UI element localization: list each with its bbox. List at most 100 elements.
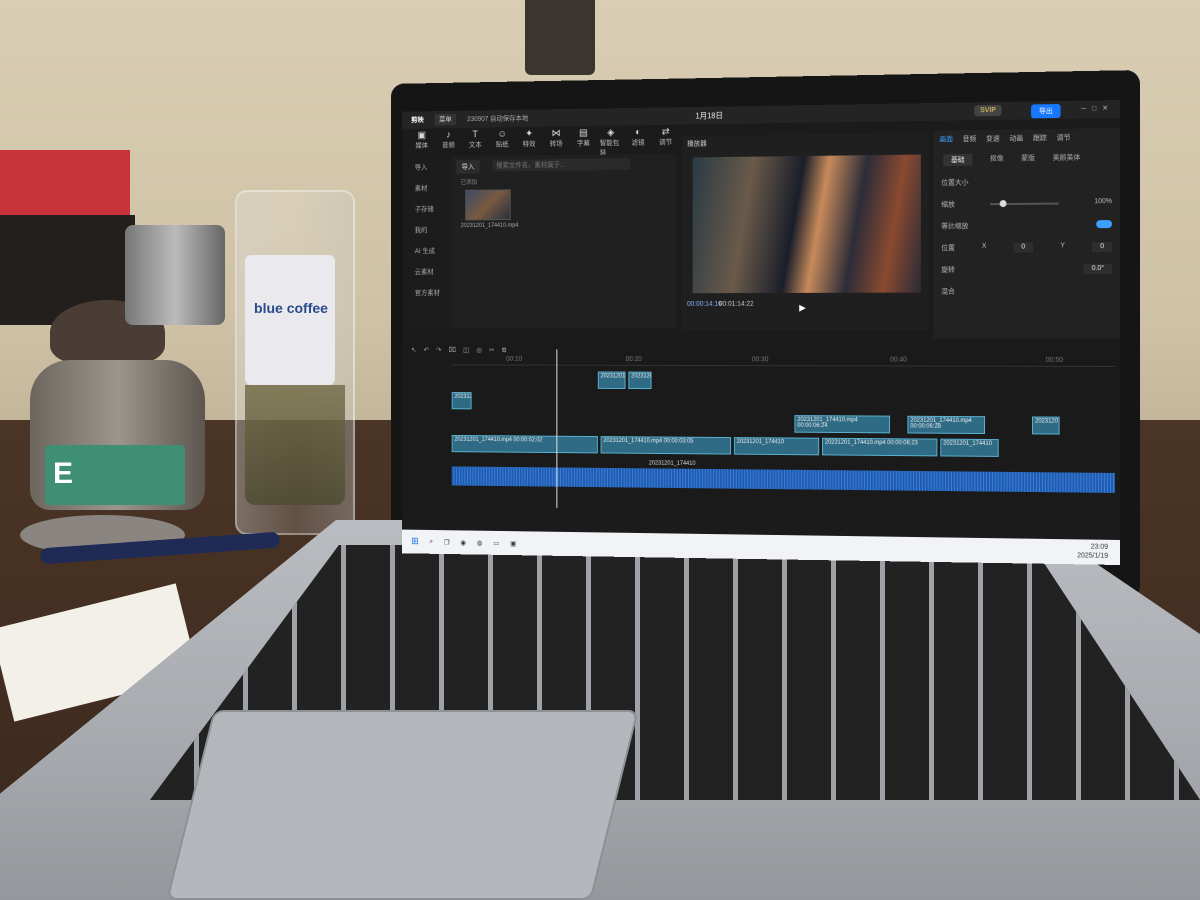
nav-ai[interactable]: AI 生成 <box>411 241 452 262</box>
rotate-input[interactable]: 0.0° <box>1083 264 1113 275</box>
tab-adjust[interactable]: 调节 <box>1057 133 1071 143</box>
clip[interactable]: 2023120 <box>1032 416 1060 435</box>
playhead[interactable] <box>556 349 558 508</box>
y-input[interactable]: 0 <box>1092 242 1113 253</box>
menu-button[interactable]: 菜单 <box>434 113 457 126</box>
coffee-cup-text: blue coffee <box>254 300 328 316</box>
timeline-tools[interactable]: ↖↶↷⌧◫◎✂⧉ <box>411 346 513 355</box>
tool-effects[interactable]: ✦ 特效 <box>518 129 540 154</box>
current-timecode: 00:00:14:16 <box>687 300 722 308</box>
main-track: 20231201_174410.mp4 00:00:02:02 20231201… <box>451 434 999 457</box>
adjust-icon: ⇄ <box>661 126 670 138</box>
tab-animation[interactable]: 动画 <box>1009 133 1023 143</box>
nav-mine[interactable]: 我的 <box>411 220 452 241</box>
clip[interactable]: 20231201_174410.mp4 00:00:03:05 <box>600 436 732 455</box>
audio-clip-label: 20231201_174410 <box>648 460 696 467</box>
media-icon: ▣ <box>417 130 427 141</box>
tool-transition[interactable]: ⋈ 转场 <box>545 128 567 153</box>
tab-tracking[interactable]: 跟踪 <box>1033 133 1047 143</box>
asset-toolbar: ▣ 媒体 ♪ 音频 T 文本 ☺ 贴纸 ✦ 特效 ⋈ 转场 ▤ 字幕 ◈ 智能包装 ◐ 滤镜 ⇄ 调… <box>411 127 677 157</box>
subtab-mask[interactable]: 蒙版 <box>1021 153 1035 165</box>
export-button[interactable]: 导出 <box>1031 103 1061 119</box>
window-controls[interactable]: ─□✕ <box>1081 104 1114 113</box>
coffee-cup <box>245 255 335 385</box>
project-name: 230907 自动保存本地 <box>467 115 529 124</box>
clip[interactable]: 20231201_174410.mp4 <box>628 371 652 390</box>
search-input[interactable]: 搜索文件名、素材属于... <box>492 158 631 172</box>
tool-media[interactable]: ▣ 媒体 <box>411 130 432 155</box>
smart-pack-icon: ◈ <box>607 127 615 139</box>
search-icon[interactable]: ⌕ <box>429 538 433 546</box>
tool-audio[interactable]: ♪ 音频 <box>438 130 459 155</box>
nav-storage[interactable]: 子存储 <box>411 199 452 220</box>
task-view-icon[interactable]: ❐ <box>444 538 450 546</box>
subtab-basic[interactable]: 基础 <box>943 153 973 167</box>
subtab-cutout[interactable]: 抠像 <box>990 153 1004 165</box>
filter-icon: ◐ <box>635 127 641 138</box>
blend-row: 混合 <box>941 288 955 296</box>
clip[interactable]: 20231201_ <box>597 371 626 389</box>
media-nav: 导入 素材 子存储 我的 AI 生成 云素材 官方素材 <box>411 156 452 329</box>
chrome-icon[interactable]: ◍ <box>477 539 483 547</box>
tool-caption[interactable]: ▤ 字幕 <box>573 128 595 153</box>
clip[interactable]: 20231201_174410.mp4 00:00:06:24 <box>794 415 891 434</box>
clip[interactable]: 20231201_174410.mp4 <box>451 392 472 410</box>
player-panel: 播放器 00:00:14:16 00:01:14:22 ▶ <box>681 132 929 331</box>
clip[interactable]: 20231201_174410.mp4 00:00:06:28 <box>907 415 986 435</box>
audio-track[interactable]: 20231201_174410 <box>451 461 1116 493</box>
inspector-subtabs: 基础 抠像 蒙版 美颜美体 <box>934 146 1120 172</box>
import-button[interactable]: 导入 <box>456 160 480 174</box>
svip-button[interactable]: SVIP <box>974 104 1002 117</box>
clip[interactable]: 20231201_174410.mp4 00:00:06:23 <box>822 437 938 457</box>
clip[interactable]: 20231201_174410 <box>940 438 999 457</box>
position-row: 位置 X 0 Y 0 <box>934 236 1120 259</box>
pen-cup <box>525 0 595 75</box>
tea-tin-label: E <box>45 445 185 505</box>
inspector-panel: 画面 音频 变速 动画 跟踪 调节 基础 抠像 蒙版 美颜美体 位置大小 缩放 … <box>933 128 1120 338</box>
media-panel: 导入 素材 子存储 我的 AI 生成 云素材 官方素材 导入 搜索文件名、素材属… <box>411 153 677 329</box>
sticker-icon: ☺ <box>497 129 507 140</box>
nav-import[interactable]: 导入 <box>411 157 452 178</box>
play-icon[interactable]: ▶ <box>799 303 806 314</box>
tin-letter: E <box>53 457 74 490</box>
clip[interactable]: 20231201_174410.mp4 00:00:02:02 <box>451 434 598 454</box>
rotate-row: 旋转 0.0° <box>934 258 1120 281</box>
time-ruler[interactable]: 00:10 00:20 00:30 00:40 00:50 <box>451 355 1116 367</box>
overlay-track-3: 20231201_174410.mp4 00:00:06:24 20231201… <box>794 415 1060 435</box>
tea-leaves <box>245 385 345 505</box>
system-clock[interactable]: 23:09 2025/1/19 <box>1077 542 1108 560</box>
position-size-row: 位置大小 <box>941 179 969 187</box>
tab-audio[interactable]: 音频 <box>963 134 977 144</box>
scale-slider[interactable] <box>989 202 1059 206</box>
nav-official[interactable]: 官方素材 <box>411 282 452 303</box>
app-logo: 剪映 <box>411 117 424 124</box>
tool-adjust[interactable]: ⇄ 调节 <box>655 127 677 152</box>
player-title: 播放器 <box>687 140 707 148</box>
tool-sticker[interactable]: ☺ 贴纸 <box>491 129 512 154</box>
media-thumbnail[interactable] <box>465 189 511 221</box>
red-box <box>0 150 130 215</box>
trackpad[interactable] <box>166 710 639 900</box>
windows-start-icon[interactable]: ⊞ <box>411 536 419 547</box>
thumbnail-caption: 20231201_174410.mp4 <box>460 222 519 230</box>
added-tag: 已添加 <box>460 180 478 187</box>
capcut-icon[interactable]: ▣ <box>510 539 516 547</box>
tab-speed[interactable]: 变速 <box>986 134 1000 144</box>
clip[interactable]: 20231201_174410 <box>733 437 820 456</box>
uniform-scale-toggle[interactable] <box>1096 220 1113 229</box>
tab-picture[interactable]: 画面 <box>939 134 953 144</box>
total-timecode: 00:01:14:22 <box>718 300 754 308</box>
video-preview[interactable] <box>692 154 921 294</box>
overlay-track-1: 20231201_ 20231201_174410.mp4 <box>597 371 652 390</box>
edge-icon[interactable]: ◉ <box>460 539 466 546</box>
x-input[interactable]: 0 <box>1013 242 1034 253</box>
tool-filter[interactable]: ◐ 滤镜 <box>627 127 649 152</box>
scale-value[interactable]: 100% <box>1094 198 1112 208</box>
tool-smart-pack[interactable]: ◈ 智能包装 <box>600 127 622 157</box>
subtab-beauty[interactable]: 美颜美体 <box>1053 153 1081 165</box>
nav-cloud[interactable]: 云素材 <box>411 261 452 282</box>
folder-icon[interactable]: ▭ <box>493 539 499 547</box>
audio-icon: ♪ <box>446 129 451 141</box>
tool-text[interactable]: T 文本 <box>465 129 486 154</box>
nav-material[interactable]: 素材 <box>411 178 452 199</box>
